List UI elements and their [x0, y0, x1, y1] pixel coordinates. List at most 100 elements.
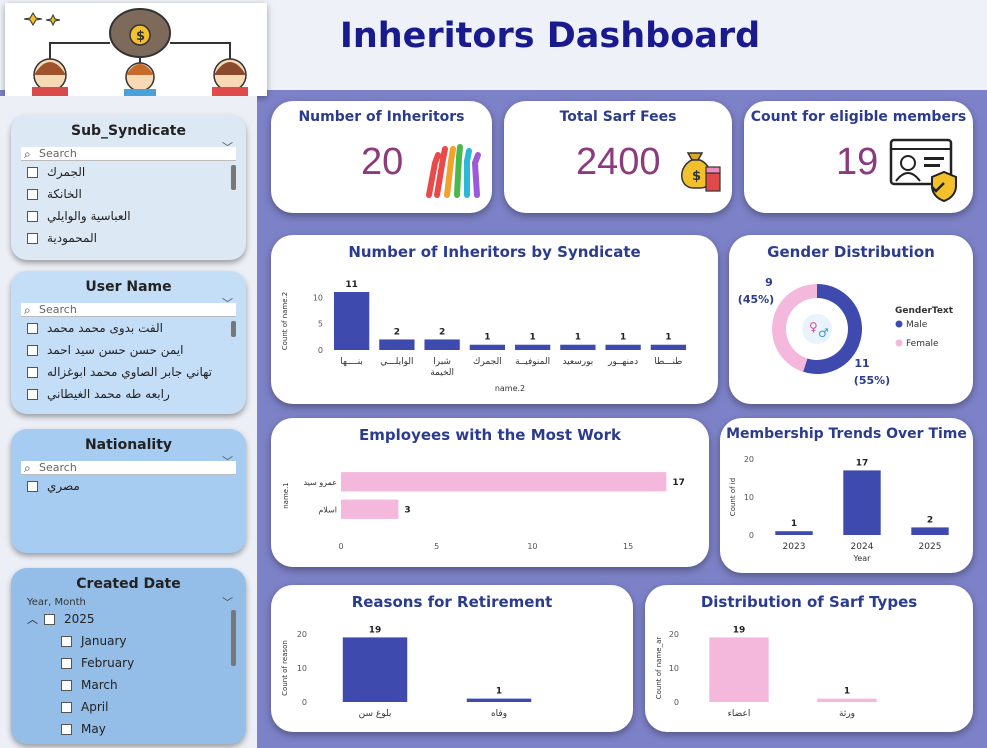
- chevron-down-icon[interactable]: ﹀: [222, 594, 233, 609]
- female-symbol-icon: ♀: [809, 320, 818, 334]
- y-tick-label: 5: [318, 320, 323, 329]
- x-axis-label: name.2: [495, 384, 525, 393]
- scrollbar[interactable]: [231, 165, 236, 190]
- search-icon: ⌕: [24, 303, 31, 317]
- data-label: 11: [345, 280, 358, 290]
- list-item[interactable]: الفت بدوى محمد محمد: [21, 317, 236, 339]
- data-label: 9: [765, 276, 773, 289]
- data-label: 17: [856, 458, 869, 468]
- list-item-label: الجمرك: [47, 165, 86, 179]
- x-tick-label: طنـــطا: [654, 357, 682, 367]
- list-item-label: مصري: [47, 479, 80, 493]
- checkbox[interactable]: [27, 344, 38, 356]
- checkbox[interactable]: [27, 232, 38, 244]
- raised-hands-icon: [426, 144, 481, 198]
- list-item[interactable]: الخانكة: [21, 183, 236, 205]
- bar: [817, 698, 877, 702]
- y-tick-label: 10: [313, 293, 323, 302]
- checkbox[interactable]: [44, 613, 55, 625]
- x-tick-label: وفاه: [491, 709, 507, 719]
- slicer-title: User Name: [85, 279, 172, 295]
- month-item[interactable]: February: [21, 652, 236, 674]
- money-bag-icon: $: [681, 152, 721, 192]
- list-item[interactable]: الجمرك: [21, 161, 236, 183]
- bar: [333, 292, 370, 350]
- bar: [605, 344, 641, 350]
- checkbox[interactable]: [27, 322, 38, 334]
- search-icon: ⌕: [24, 147, 31, 161]
- search-input[interactable]: ⌕ Search: [21, 303, 236, 317]
- slicer-subtitle: Year, Month: [27, 597, 86, 608]
- checkbox[interactable]: [27, 388, 38, 400]
- checkbox[interactable]: [61, 701, 72, 713]
- list-item-label: المحمودية: [47, 231, 97, 245]
- y-axis-label: name.1: [282, 482, 290, 509]
- chevron-up-icon[interactable]: ︿: [27, 611, 38, 627]
- checkbox[interactable]: [61, 635, 72, 647]
- chart-card-gender: Gender Distribution ♀ ♂ 11 (55%) 9 (45%) Gende…: [729, 235, 973, 404]
- list-item[interactable]: تهاني جابر الصاوي محمد ابوغزاله: [21, 361, 236, 383]
- slicer-created-date: Created Date Year, Month ﹀ ︿ 2025 January…: [11, 568, 246, 744]
- checkbox[interactable]: [27, 188, 38, 200]
- bar: [469, 344, 506, 350]
- month-item[interactable]: January: [21, 630, 236, 652]
- x-tick-label: الوايلـــي: [380, 357, 413, 367]
- list-item-label: ايمن حسن حسن سيد احمد: [47, 343, 184, 357]
- checkbox[interactable]: [27, 210, 38, 222]
- checkbox[interactable]: [27, 480, 38, 492]
- bar: [911, 527, 949, 535]
- search-input[interactable]: ⌕ Search: [21, 147, 236, 161]
- x-tick-label: بورسعيد: [562, 357, 593, 367]
- data-label: 1: [575, 333, 581, 343]
- page-title: Inheritors Dashboard: [339, 16, 761, 56]
- month-item[interactable]: May: [21, 718, 236, 740]
- scrollbar[interactable]: [231, 610, 236, 666]
- search-placeholder: Search: [39, 303, 77, 316]
- list-item[interactable]: مصري: [21, 475, 236, 497]
- list-item[interactable]: ايمن حسن حسن سيد احمد: [21, 339, 236, 361]
- list-item[interactable]: رابعه طه محمد الغيطاني: [21, 383, 236, 405]
- search-input[interactable]: ⌕ Search: [21, 461, 236, 475]
- checkbox[interactable]: [61, 679, 72, 691]
- data-label: (55%): [854, 374, 890, 387]
- y-tick-label: عمرو سيد: [303, 478, 337, 487]
- x-tick-label: شبرا: [433, 357, 451, 367]
- month-item[interactable]: March: [21, 674, 236, 696]
- syndicate-bar-chart: 0510Count of name.211بنــــها2الوايلـــي…: [281, 280, 687, 393]
- legend-label: Female: [906, 339, 939, 349]
- scrollbar[interactable]: [231, 321, 236, 337]
- kpi-title: Count for eligible members: [750, 109, 967, 125]
- list-item[interactable]: المحمودية: [21, 227, 236, 249]
- list-item-label: الخانكة: [47, 187, 82, 201]
- year-item[interactable]: ︿ 2025: [21, 608, 236, 630]
- checkbox[interactable]: [61, 723, 72, 735]
- month-item[interactable]: April: [21, 696, 236, 718]
- x-tick-label: 5: [434, 542, 439, 551]
- list-item-label: الفت بدوى محمد محمد: [47, 321, 163, 335]
- list-item-label: تهاني جابر الصاوي محمد ابوغزاله: [47, 365, 213, 379]
- male-symbol-icon: ♂: [818, 326, 829, 340]
- x-tick-label: اعضاء: [728, 709, 751, 719]
- retirement-bar-chart: 0 10 20 Count of reason 19 بلوغ سن 1 وفاه: [281, 625, 532, 719]
- logo: $: [5, 3, 267, 96]
- data-label: 1: [529, 333, 535, 343]
- legend-title: GenderText: [895, 306, 954, 316]
- x-tick-label: بلوغ سن: [359, 709, 392, 719]
- slicer-title: Created Date: [76, 576, 181, 592]
- checkbox[interactable]: [27, 166, 38, 178]
- bar: [424, 339, 460, 350]
- data-label: 11: [854, 357, 869, 370]
- data-label: 1: [791, 519, 797, 529]
- chart-card-membership: Membership Trends Over Time 0 10 20 Count o…: [720, 418, 973, 573]
- bar: [466, 698, 532, 702]
- checkbox[interactable]: [61, 657, 72, 669]
- bar: [560, 344, 596, 350]
- kpi-card-sarf-fees: Total Sarf Fees 2400 $: [504, 101, 732, 213]
- search-placeholder: Search: [39, 147, 77, 160]
- slicer-title: Nationality: [84, 437, 173, 453]
- y-tick-label: 10: [669, 664, 679, 673]
- month-label: January: [81, 634, 127, 648]
- legend-label: Male: [906, 320, 928, 330]
- list-item[interactable]: العباسية والوايلي: [21, 205, 236, 227]
- checkbox[interactable]: [27, 366, 38, 378]
